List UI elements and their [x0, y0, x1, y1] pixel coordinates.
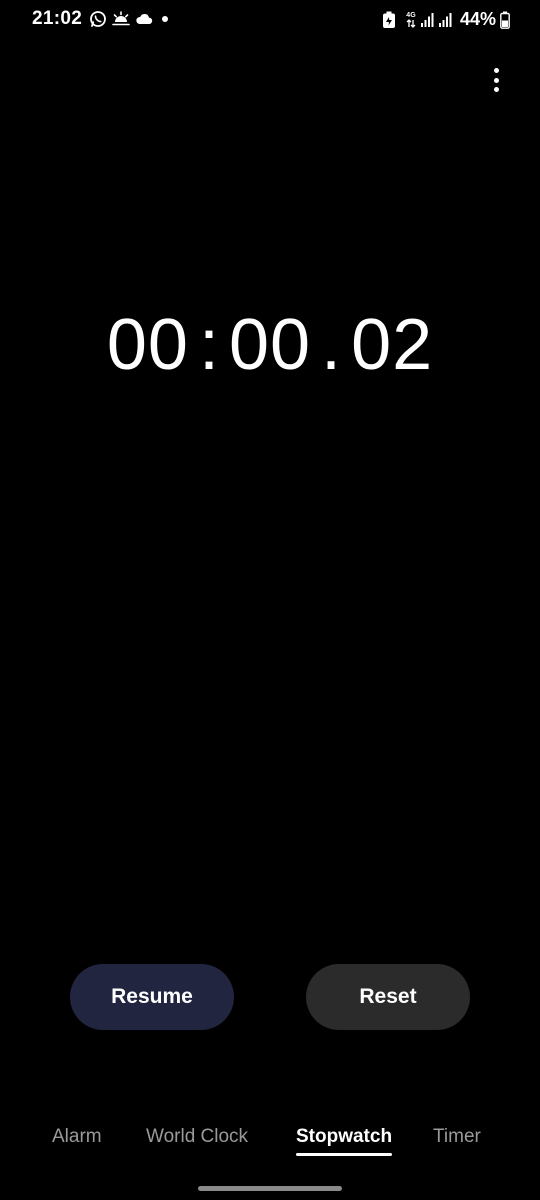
stopwatch-dot: .: [321, 305, 342, 385]
tab-label: Timer: [433, 1126, 481, 1147]
resume-button-label: Resume: [111, 985, 193, 1008]
tab-label: Alarm: [52, 1126, 102, 1147]
tab-world-clock[interactable]: World Clock: [146, 1126, 248, 1148]
status-time: 21:02: [32, 8, 83, 29]
more-options-button[interactable]: [488, 66, 504, 94]
resume-button[interactable]: Resume: [70, 964, 234, 1030]
tab-stopwatch[interactable]: Stopwatch: [296, 1126, 393, 1156]
whatsapp-icon: [90, 11, 106, 27]
stopwatch-colon: :: [198, 305, 219, 385]
battery-percent: 44%: [459, 9, 496, 29]
tab-label: Stopwatch: [296, 1126, 393, 1147]
bottom-tabs: Alarm World Clock Stopwatch Timer: [0, 1122, 540, 1162]
reset-button-label: Reset: [359, 985, 417, 1008]
signal-icon: [420, 12, 434, 27]
status-left-icons: [89, 10, 172, 28]
weather-sunrise-icon: [112, 11, 130, 26]
status-right-icons: 4G 44%: [382, 9, 510, 30]
active-tab-indicator: [296, 1153, 393, 1156]
stopwatch-hundredths: 02: [351, 305, 434, 385]
gesture-nav-handle[interactable]: [198, 1186, 342, 1191]
stopwatch-minutes: 00: [106, 305, 189, 385]
battery-saver-icon: [382, 11, 395, 28]
notification-dot-icon: [162, 16, 168, 22]
reset-button[interactable]: Reset: [306, 964, 470, 1030]
stopwatch-time: 00 : 00 . 02: [0, 300, 540, 390]
tab-timer[interactable]: Timer: [433, 1126, 481, 1148]
network-4g-icon: 4G: [406, 12, 416, 28]
battery-icon: [500, 11, 510, 29]
status-bar: 21:02 4G 44%: [0, 0, 540, 40]
cloud-icon: [136, 14, 153, 24]
tab-alarm[interactable]: Alarm: [52, 1126, 102, 1148]
signal-icon: [438, 12, 452, 27]
stopwatch-seconds: 00: [228, 305, 312, 385]
network-type-label: 4G: [406, 11, 416, 19]
tab-label: World Clock: [146, 1126, 249, 1147]
